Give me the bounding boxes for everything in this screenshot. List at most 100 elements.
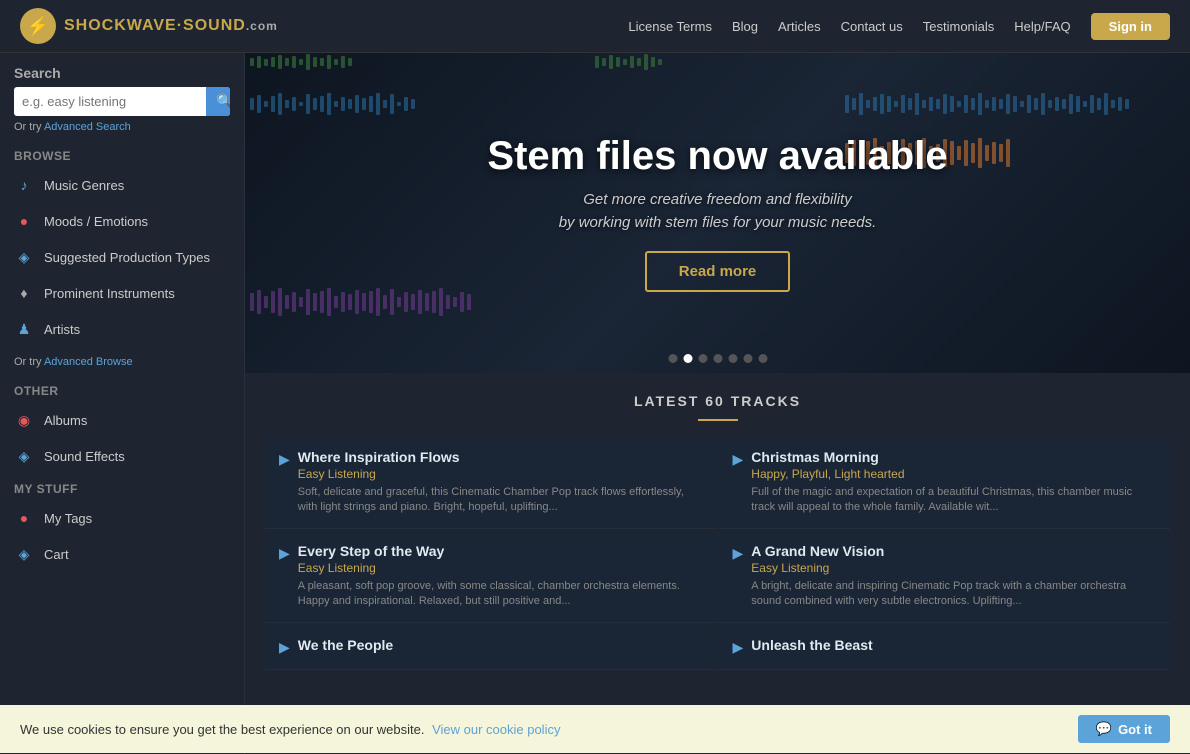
track-desc-1: Full of the magic and expectation of a b…	[751, 485, 1156, 516]
read-more-button[interactable]: Read more	[645, 251, 791, 292]
other-label: Other	[0, 376, 244, 402]
track-name-4: We the People	[298, 637, 703, 653]
track-item-0[interactable]: ▶ Where Inspiration Flows Easy Listening…	[265, 437, 717, 529]
sidebar-item-moods[interactable]: ● Moods / Emotions	[0, 203, 244, 239]
sidebar-item-instruments[interactable]: ♦ Prominent Instruments	[0, 275, 244, 311]
track-name-0: Where Inspiration Flows	[298, 449, 703, 465]
cookie-bar: We use cookies to ensure you get the bes…	[0, 705, 1190, 753]
production-types-icon: ◈	[14, 247, 34, 267]
logo-brand: SHOCKWAVE·SOUND	[64, 17, 246, 34]
tracks-grid: ▶ Where Inspiration Flows Easy Listening…	[265, 437, 1170, 670]
nav-blog[interactable]: Blog	[732, 19, 758, 34]
music-genres-icon: ♪	[14, 175, 34, 195]
track-item-4[interactable]: ▶ We the People	[265, 625, 717, 670]
search-input-wrapper: 🔍	[14, 87, 230, 116]
search-button[interactable]: 🔍	[206, 87, 230, 116]
nav-license-terms[interactable]: License Terms	[628, 19, 712, 34]
search-input[interactable]	[14, 88, 206, 115]
slide-dot-4[interactable]	[713, 354, 722, 363]
sidebar-item-artists[interactable]: ♟ Artists	[0, 311, 244, 347]
advanced-browse-link[interactable]: Advanced Browse	[44, 356, 133, 368]
track-item-5[interactable]: ▶ Unleash the Beast	[719, 625, 1171, 670]
track-genre-1: Happy, Playful, Light hearted	[751, 467, 1156, 481]
sidebar-item-sound-effects[interactable]: ◈ Sound Effects	[0, 438, 244, 474]
latest-divider	[698, 419, 738, 421]
my-tags-icon: ●	[14, 508, 34, 528]
slide-dot-7[interactable]	[758, 354, 767, 363]
logo-area: ⚡ SHOCKWAVE·SOUND.com	[20, 8, 278, 44]
track-genre-3: Easy Listening	[751, 561, 1156, 575]
slide-dot-3[interactable]	[698, 354, 707, 363]
cookie-text: We use cookies to ensure you get the bes…	[20, 722, 560, 737]
or-try-advanced-browse: Or try Advanced Browse	[0, 352, 244, 376]
my-stuff-label: My Stuff	[0, 474, 244, 500]
slide-dot-5[interactable]	[728, 354, 737, 363]
track-item-1[interactable]: ▶ Christmas Morning Happy, Playful, Ligh…	[719, 437, 1171, 529]
or-try-advanced-search: Or try Advanced Search	[14, 121, 230, 133]
sidebar-item-production-types[interactable]: ◈ Suggested Production Types	[0, 239, 244, 275]
advanced-search-link[interactable]: Advanced Search	[44, 121, 131, 133]
slide-dot-1[interactable]	[668, 354, 677, 363]
cookie-chat-icon: 💬	[1096, 721, 1112, 737]
latest-section: LATEST 60 TRACKS ▶ Where Inspiration Flo…	[245, 373, 1190, 680]
track-item-2[interactable]: ▶ Every Step of the Way Easy Listening A…	[265, 531, 717, 623]
track-info-1: Christmas Morning Happy, Playful, Light …	[751, 449, 1156, 516]
production-types-label: Suggested Production Types	[44, 250, 210, 265]
track-info-3: A Grand New Vision Easy Listening A brig…	[751, 543, 1156, 610]
browse-label: Browse	[0, 141, 244, 167]
track-name-3: A Grand New Vision	[751, 543, 1156, 559]
instruments-icon: ♦	[14, 283, 34, 303]
track-desc-2: A pleasant, soft pop groove, with some c…	[298, 579, 703, 610]
play-icon-0: ▶	[279, 451, 290, 468]
artists-icon: ♟	[14, 319, 34, 339]
track-name-2: Every Step of the Way	[298, 543, 703, 559]
sound-effects-icon: ◈	[14, 446, 34, 466]
sign-in-button[interactable]: Sign in	[1091, 13, 1170, 40]
latest-title: LATEST 60 TRACKS	[265, 393, 1170, 409]
sidebar: Search 🔍 Or try Advanced Search Browse ♪…	[0, 53, 245, 754]
search-label: Search	[14, 65, 230, 81]
hero-banner: Stem files now available Get more creati…	[245, 53, 1190, 373]
logo-suffix: .com	[246, 19, 278, 33]
main-layout: Search 🔍 Or try Advanced Search Browse ♪…	[0, 53, 1190, 754]
or-try-text: Or try	[14, 121, 44, 133]
header: ⚡ SHOCKWAVE·SOUND.com License Terms Blog…	[0, 0, 1190, 53]
track-genre-0: Easy Listening	[298, 467, 703, 481]
cookie-policy-link[interactable]: View our cookie policy	[432, 722, 560, 737]
sidebar-item-music-genres[interactable]: ♪ Music Genres	[0, 167, 244, 203]
albums-icon: ◉	[14, 410, 34, 430]
slide-dots	[668, 354, 767, 363]
cookie-ok-button[interactable]: 💬 Got it	[1078, 715, 1170, 743]
hero-title: Stem files now available	[487, 134, 947, 179]
hero-subtitle2: by working with stem files for your musi…	[487, 214, 947, 231]
slide-dot-2[interactable]	[683, 354, 692, 363]
cart-icon: ◈	[14, 544, 34, 564]
nav-testimonials[interactable]: Testimonials	[923, 19, 995, 34]
cart-label: Cart	[44, 547, 69, 562]
main-content: Stem files now available Get more creati…	[245, 53, 1190, 754]
play-icon-4: ▶	[279, 639, 290, 656]
track-name-1: Christmas Morning	[751, 449, 1156, 465]
albums-label: Albums	[44, 413, 87, 428]
track-name-5: Unleash the Beast	[751, 637, 1156, 653]
moods-icon: ●	[14, 211, 34, 231]
or-try-browse-text: Or try	[14, 356, 44, 368]
instruments-label: Prominent Instruments	[44, 286, 175, 301]
sidebar-item-my-tags[interactable]: ● My Tags	[0, 500, 244, 536]
artists-label: Artists	[44, 322, 80, 337]
music-genres-label: Music Genres	[44, 178, 124, 193]
moods-label: Moods / Emotions	[44, 214, 148, 229]
slide-dot-6[interactable]	[743, 354, 752, 363]
track-info-4: We the People	[298, 637, 703, 657]
nav-help[interactable]: Help/FAQ	[1014, 19, 1070, 34]
nav-contact[interactable]: Contact us	[841, 19, 903, 34]
play-icon-3: ▶	[733, 545, 744, 562]
sidebar-item-cart[interactable]: ◈ Cart	[0, 536, 244, 572]
track-genre-2: Easy Listening	[298, 561, 703, 575]
sound-effects-label: Sound Effects	[44, 449, 125, 464]
track-item-3[interactable]: ▶ A Grand New Vision Easy Listening A br…	[719, 531, 1171, 623]
header-nav: License Terms Blog Articles Contact us T…	[628, 13, 1170, 40]
track-desc-3: A bright, delicate and inspiring Cinemat…	[751, 579, 1156, 610]
nav-articles[interactable]: Articles	[778, 19, 821, 34]
sidebar-item-albums[interactable]: ◉ Albums	[0, 402, 244, 438]
